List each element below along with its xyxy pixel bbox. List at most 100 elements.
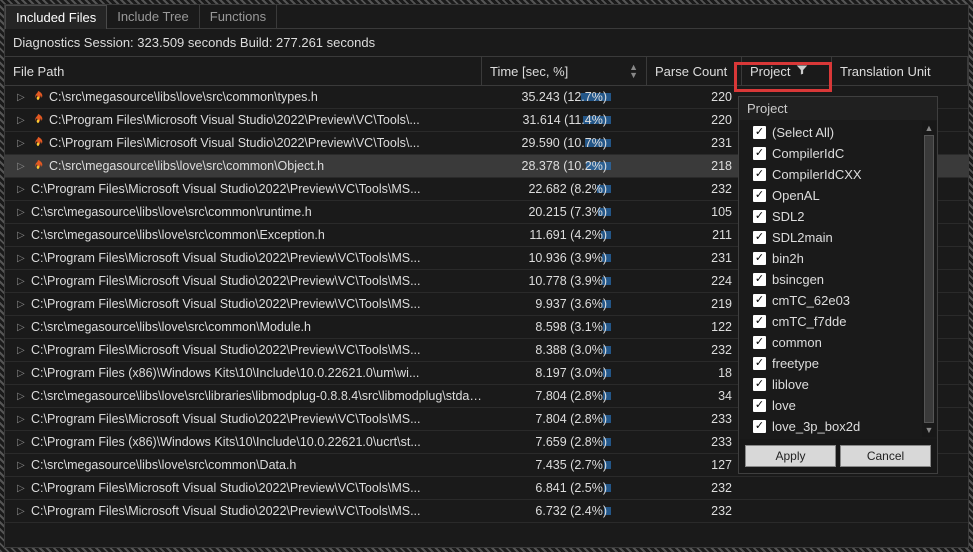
filter-item[interactable]: ✓ bin2h <box>739 248 937 269</box>
time-value: 29.590 (10.7%) <box>522 136 607 150</box>
expand-icon[interactable]: ▷ <box>17 391 27 402</box>
checkbox-icon[interactable]: ✓ <box>753 126 766 139</box>
checkbox-icon[interactable]: ✓ <box>753 252 766 265</box>
expand-icon[interactable]: ▷ <box>17 345 27 356</box>
expand-icon[interactable]: ▷ <box>17 437 27 448</box>
file-path-text: C:\Program Files\Microsoft Visual Studio… <box>31 251 421 265</box>
filter-icon[interactable] <box>796 64 808 79</box>
filter-list[interactable]: ✓(Select All)✓CompilerIdC✓CompilerIdCXX✓… <box>739 120 937 439</box>
header-translation-unit[interactable]: Translation Unit <box>832 57 968 85</box>
parse-count: 233 <box>647 412 742 426</box>
tab-include-tree[interactable]: Include Tree <box>107 5 200 28</box>
parse-count: 220 <box>647 90 742 104</box>
expand-icon[interactable]: ▷ <box>17 184 27 195</box>
expand-icon[interactable]: ▷ <box>17 460 27 471</box>
checkbox-icon[interactable]: ✓ <box>753 315 766 328</box>
flame-icon <box>31 90 45 104</box>
file-path-text: C:\Program Files\Microsoft Visual Studio… <box>31 343 421 357</box>
checkbox-icon[interactable]: ✓ <box>753 336 766 349</box>
filter-item[interactable]: ✓SDL2 <box>739 206 937 227</box>
expand-icon[interactable]: ▷ <box>17 92 27 103</box>
scroll-thumb[interactable] <box>924 135 934 423</box>
expand-icon[interactable]: ▷ <box>17 368 27 379</box>
checkbox-icon[interactable]: ✓ <box>753 273 766 286</box>
header-file-path[interactable]: File Path <box>5 57 482 85</box>
checkbox-icon[interactable]: ✓ <box>753 294 766 307</box>
filter-item[interactable]: ✓CompilerIdCXX <box>739 164 937 185</box>
filter-item[interactable]: ✓SDL2main <box>739 227 937 248</box>
scroll-down-icon[interactable]: ▼ <box>925 425 934 435</box>
filter-item-label: cmTC_f7dde <box>772 314 846 329</box>
parse-count: 127 <box>647 458 742 472</box>
filter-item[interactable]: ✓love_3p_box2d <box>739 416 937 437</box>
filter-item[interactable]: ✓cmTC_62e03 <box>739 290 937 311</box>
parse-count: 231 <box>647 251 742 265</box>
expand-icon[interactable]: ▷ <box>17 138 27 149</box>
checkbox-icon[interactable]: ✓ <box>753 399 766 412</box>
parse-count: 233 <box>647 435 742 449</box>
tab-included-files[interactable]: Included Files <box>5 5 107 29</box>
table-row[interactable]: ▷ C:\Program Files\Microsoft Visual Stud… <box>5 477 968 500</box>
time-value: 35.243 (12.7%) <box>522 90 607 104</box>
checkbox-icon[interactable]: ✓ <box>753 210 766 223</box>
expand-icon[interactable]: ▷ <box>17 253 27 264</box>
table-row[interactable]: ▷ C:\Program Files\Microsoft Visual Stud… <box>5 500 968 523</box>
parse-count: 18 <box>647 366 742 380</box>
header-project[interactable]: Project <box>742 57 832 85</box>
time-value: 7.435 (2.7%) <box>535 458 607 472</box>
parse-count: 105 <box>647 205 742 219</box>
filter-item[interactable]: ✓ liblove <box>739 374 937 395</box>
time-value: 9.937 (3.6%) <box>535 297 607 311</box>
flame-icon <box>31 113 45 127</box>
checkbox-icon[interactable]: ✓ <box>753 147 766 160</box>
time-value: 31.614 (11.4%) <box>522 113 607 127</box>
filter-scrollbar[interactable]: ▲ ▼ <box>922 121 936 437</box>
header-parse-count[interactable]: Parse Count <box>647 57 742 85</box>
filter-item[interactable]: ✓freetype <box>739 353 937 374</box>
filter-item[interactable]: ✓ bsincgen <box>739 269 937 290</box>
filter-item-label: bin2h <box>772 251 804 266</box>
parse-count: 231 <box>647 136 742 150</box>
file-path-text: C:\Program Files\Microsoft Visual Studio… <box>31 481 421 495</box>
header-time[interactable]: Time [sec, %] ▲▼ <box>482 57 647 85</box>
expand-icon[interactable]: ▷ <box>17 322 27 333</box>
filter-item[interactable]: ✓common <box>739 332 937 353</box>
tab-functions[interactable]: Functions <box>200 5 277 28</box>
filter-item-label: (Select All) <box>772 125 834 140</box>
file-path-text: C:\Program Files\Microsoft Visual Studio… <box>49 113 420 127</box>
file-path-text: C:\src\megasource\libs\love\src\common\t… <box>49 90 318 104</box>
checkbox-icon[interactable]: ✓ <box>753 378 766 391</box>
filter-item-label: bsincgen <box>772 272 824 287</box>
checkbox-icon[interactable]: ✓ <box>753 420 766 433</box>
expand-icon[interactable]: ▷ <box>17 276 27 287</box>
filter-cancel-button[interactable]: Cancel <box>840 445 931 467</box>
filter-item[interactable]: ✓love <box>739 395 937 416</box>
filter-apply-button[interactable]: Apply <box>745 445 836 467</box>
checkbox-icon[interactable]: ✓ <box>753 231 766 244</box>
expand-icon[interactable]: ▷ <box>17 230 27 241</box>
expand-icon[interactable]: ▷ <box>17 414 27 425</box>
time-value: 10.778 (3.9%) <box>528 274 607 288</box>
expand-icon[interactable]: ▷ <box>17 506 27 517</box>
parse-count: 232 <box>647 504 742 518</box>
checkbox-icon[interactable]: ✓ <box>753 189 766 202</box>
filter-item[interactable]: ✓OpenAL <box>739 185 937 206</box>
filter-item[interactable]: ✓ (Select All) <box>739 122 937 143</box>
checkbox-icon[interactable]: ✓ <box>753 168 766 181</box>
scroll-up-icon[interactable]: ▲ <box>925 123 934 133</box>
filter-item[interactable]: ✓ cmTC_f7dde <box>739 311 937 332</box>
checkbox-icon[interactable]: ✓ <box>753 357 766 370</box>
expand-icon[interactable]: ▷ <box>17 483 27 494</box>
expand-icon[interactable]: ▷ <box>17 207 27 218</box>
expand-icon[interactable]: ▷ <box>17 299 27 310</box>
time-value: 7.659 (2.8%) <box>535 435 607 449</box>
file-path-text: C:\src\megasource\libs\love\src\common\D… <box>31 458 296 472</box>
filter-item[interactable]: ✓CompilerIdC <box>739 143 937 164</box>
time-value: 6.732 (2.4%) <box>535 504 607 518</box>
filter-item-label: liblove <box>772 377 809 392</box>
file-path-text: C:\Program Files\Microsoft Visual Studio… <box>31 274 421 288</box>
file-path-text: C:\Program Files (x86)\Windows Kits\10\I… <box>31 366 419 380</box>
expand-icon[interactable]: ▷ <box>17 161 27 172</box>
expand-icon[interactable]: ▷ <box>17 115 27 126</box>
column-headers: File Path Time [sec, %] ▲▼ Parse Count P… <box>5 56 968 86</box>
